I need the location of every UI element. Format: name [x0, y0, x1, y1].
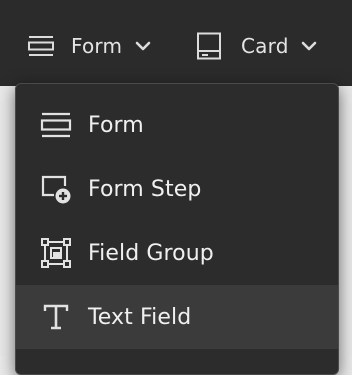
form-button-label: Form: [71, 34, 123, 58]
menu-item-form-step[interactable]: Form Step: [16, 157, 338, 221]
form-lines-icon: [28, 34, 54, 58]
menu-item-label: Form: [88, 112, 144, 138]
menu-item-field-group[interactable]: Field Group: [16, 221, 338, 285]
menu-item-label: Field Group: [88, 240, 214, 266]
form-lines-icon: [40, 109, 72, 141]
menu-item-label: Text Field: [88, 304, 192, 330]
menu-item-text-field[interactable]: Text Field: [16, 285, 338, 349]
form-dropdown-button[interactable]: Form: [28, 28, 151, 64]
card-button-label: Card: [241, 34, 289, 58]
chevron-down-icon: [301, 40, 317, 52]
top-toolbar: Form Card: [0, 0, 352, 86]
chevron-down-icon: [135, 40, 151, 52]
text-field-icon: [40, 301, 72, 333]
field-group-icon: [40, 237, 72, 269]
form-step-add-icon: [40, 173, 72, 205]
menu-item-label: Form Step: [88, 176, 202, 202]
card-icon: [196, 32, 222, 60]
card-dropdown-button[interactable]: Card: [196, 28, 317, 64]
menu-item-form[interactable]: Form: [16, 93, 338, 157]
insert-dropdown-menu: Form Form Step Field Group Text Field: [15, 83, 339, 375]
